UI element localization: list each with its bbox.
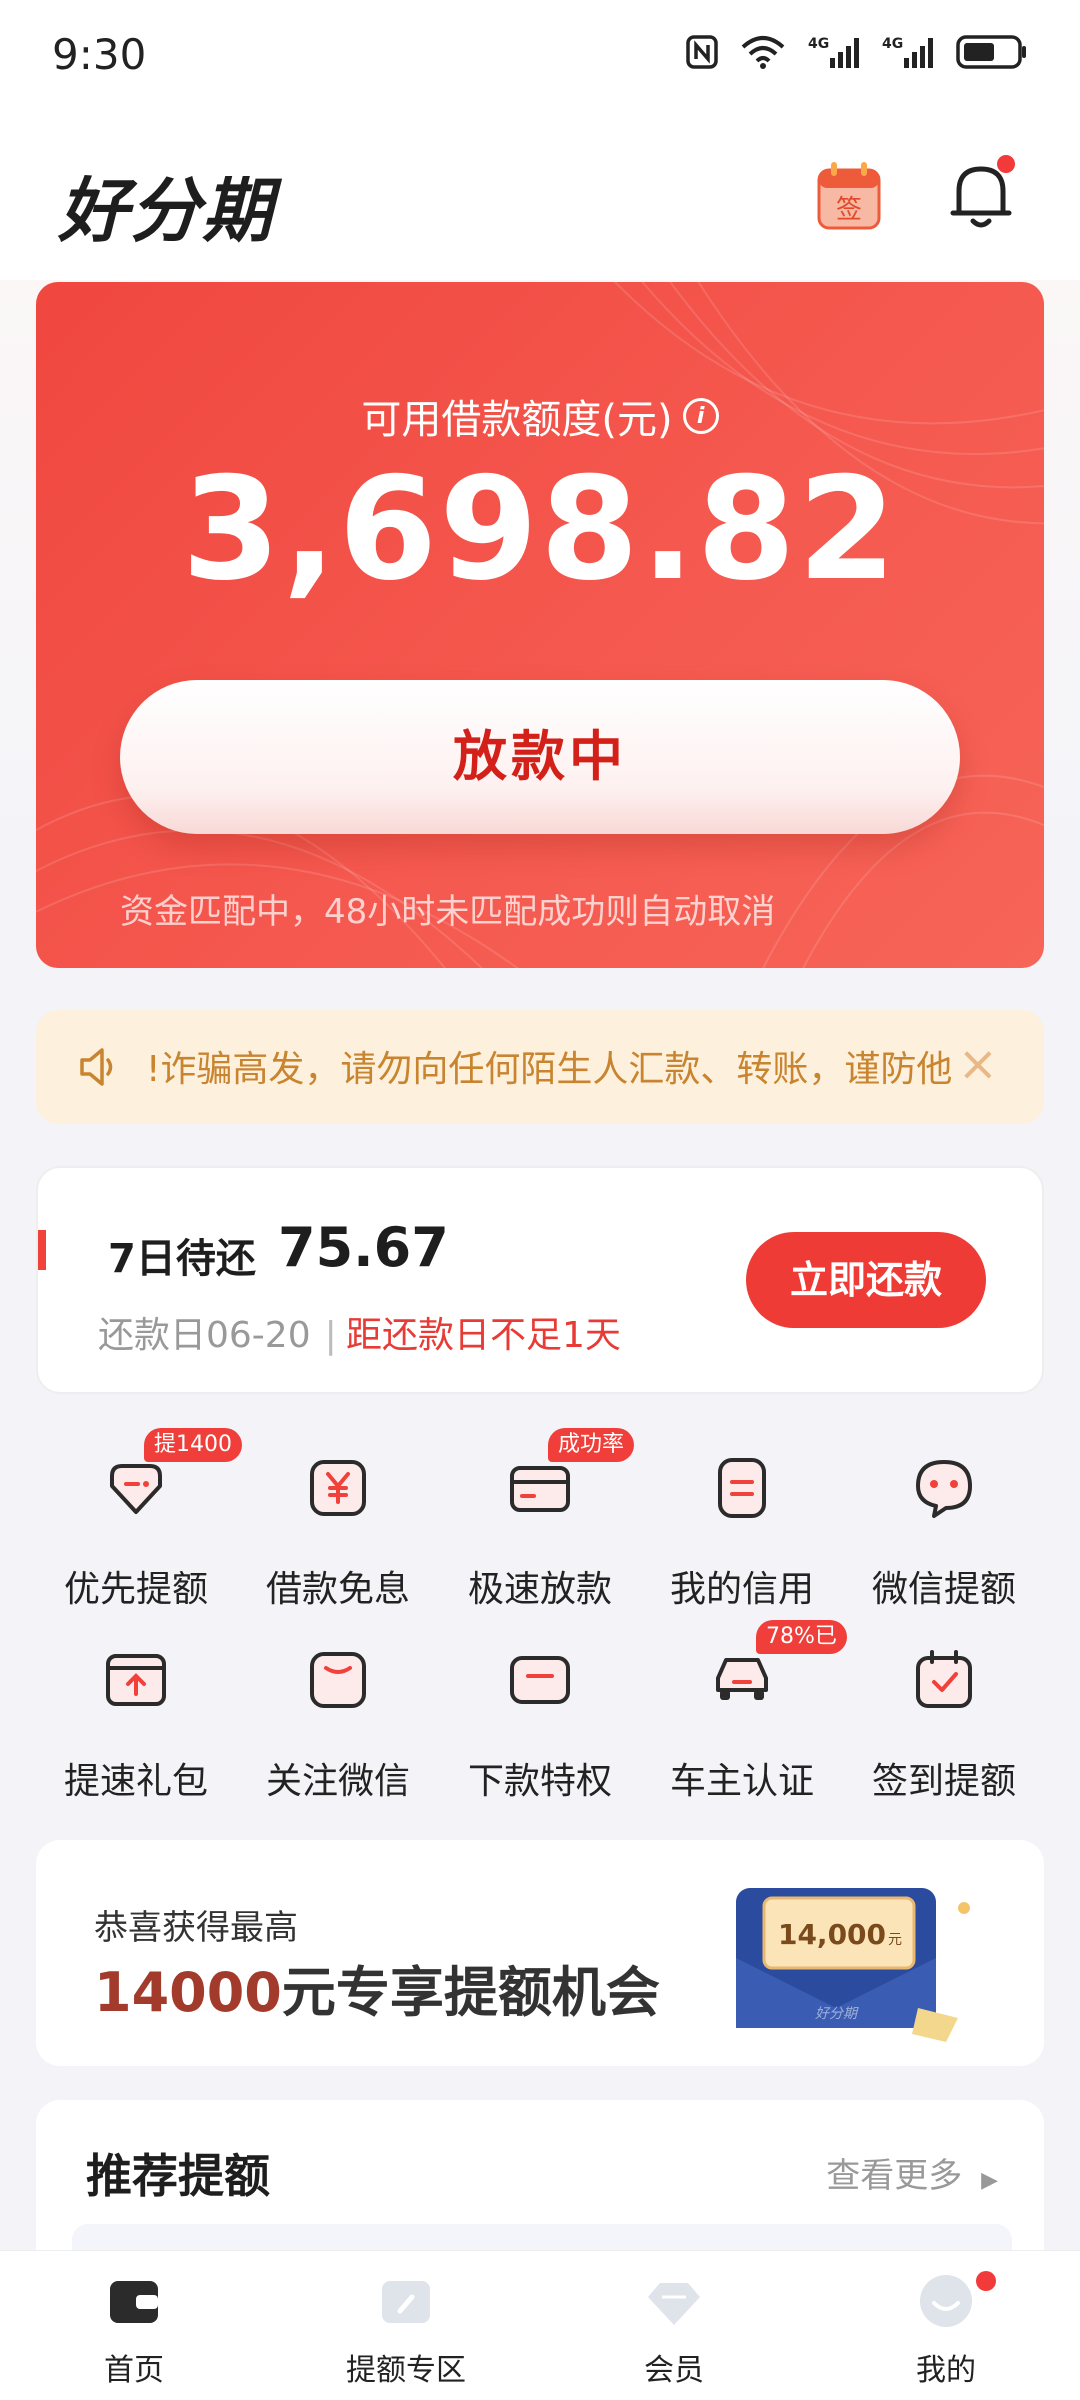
service-badge: 78%已 xyxy=(756,1620,847,1654)
service-item-speed-pack[interactable]: 提速礼包 xyxy=(36,1620,236,1802)
bottom-tab-bar: 首页 提额专区 会员 我的 xyxy=(0,2250,1080,2400)
repayment-date-text: 还款日06-20 xyxy=(98,1315,311,1356)
tag-icon xyxy=(110,1464,162,1514)
card-wave-pattern xyxy=(36,282,1044,968)
credit-limit-card: 可用借款额度(元) i 3,698.82 放款中 资金匹配中，48小时未匹配成功… xyxy=(36,282,1044,968)
card-icon xyxy=(510,1466,570,1512)
tab-label: 会员 xyxy=(644,2353,704,2388)
tab-membership[interactable]: 会员 xyxy=(584,2251,764,2400)
tab-mine[interactable]: 我的 xyxy=(856,2251,1036,2400)
car-icon xyxy=(716,1658,768,1700)
speaker-icon xyxy=(80,1048,113,1086)
limit-amount: 3,698.82 xyxy=(181,447,899,612)
envelope-illustration: 14,000 元 好分期 xyxy=(736,1888,970,2042)
service-label: 提速礼包 xyxy=(63,1761,208,1802)
wallet-icon xyxy=(110,2281,158,2323)
repayment-marker xyxy=(38,1230,46,1270)
repayment-date: 还款日06-20 | xyxy=(98,1306,351,1358)
notification-button[interactable] xyxy=(945,155,1017,235)
chat-bubble-icon xyxy=(916,1460,972,1518)
service-label: 借款免息 xyxy=(265,1569,410,1610)
repayment-warning: 距还款日不足1天 xyxy=(346,1315,621,1356)
wechat-follow-icon xyxy=(310,1652,366,1708)
service-item-fast-loan[interactable]: 极速放款 成功率 xyxy=(440,1428,640,1610)
promo-title-suffix: 元专享提额机会 xyxy=(281,1961,660,2024)
checkin-button[interactable]: 签 xyxy=(815,160,883,232)
service-label: 微信提额 xyxy=(871,1569,1016,1610)
status-bar: 9:30 4G 4G xyxy=(0,0,1080,115)
service-item-follow-wechat[interactable]: 关注微信 xyxy=(238,1620,438,1802)
diamond-icon xyxy=(648,2283,700,2325)
battery-icon xyxy=(956,35,1026,69)
view-more-link[interactable]: 查看更多 ▶ xyxy=(826,2148,998,2197)
divider: | xyxy=(324,1315,337,1356)
profile-icon xyxy=(920,2275,972,2327)
info-icon[interactable]: i xyxy=(682,398,719,434)
service-item-wechat-boost[interactable]: 微信提额 xyxy=(844,1428,1044,1610)
service-grid: 优先提额 提1400 借款免息 极速放款 成功率 我的信用 微信提额 提速礼包 … xyxy=(36,1428,1044,1828)
service-badge: 成功率 xyxy=(548,1428,635,1462)
service-label: 优先提额 xyxy=(63,1569,208,1610)
signal-4g-icon: 4G xyxy=(882,36,933,68)
credit-icon xyxy=(718,1458,766,1518)
service-item-car-owner[interactable]: 车主认证 78%已 xyxy=(642,1620,847,1802)
notice-bar[interactable]: !诈骗高发，请勿向任何陌生人汇款、转账，谨防他 × xyxy=(36,1010,1044,1124)
recommend-title: 推荐提额 xyxy=(86,2149,270,2203)
repay-now-button[interactable]: 立即还款 xyxy=(746,1232,986,1328)
view-more-label: 查看更多 xyxy=(826,2156,963,2196)
repayment-card: 7日待还 75.67 还款日06-20 | 距还款日不足1天 立即还款 xyxy=(36,1166,1044,1394)
gift-box-icon xyxy=(106,1654,166,1706)
service-label: 关注微信 xyxy=(265,1761,410,1802)
match-note: 资金匹配中，48小时未匹配成功则自动取消 xyxy=(120,892,776,932)
service-label: 极速放款 xyxy=(467,1569,612,1610)
triangle-right-icon: ▶ xyxy=(981,2168,998,2193)
limit-label: 可用借款额度(元) i xyxy=(36,387,1044,445)
boost-icon xyxy=(382,2281,430,2323)
privilege-icon xyxy=(510,1656,570,1704)
service-item-loan-privilege[interactable]: 下款特权 xyxy=(440,1620,640,1802)
tab-label: 我的 xyxy=(916,2353,976,2388)
service-item-my-credit[interactable]: 我的信用 xyxy=(642,1428,842,1610)
tab-label: 首页 xyxy=(104,2353,164,2388)
wifi-icon xyxy=(741,36,785,69)
tab-home[interactable]: 首页 xyxy=(44,2251,224,2400)
checkin-calendar-icon: 签 xyxy=(817,162,881,230)
repayment-label: 7日待还 xyxy=(108,1236,256,1282)
service-badge: 提1400 xyxy=(144,1428,242,1462)
checkin-text: 签 xyxy=(836,195,862,225)
signal-4g-icon: 4G xyxy=(808,36,859,68)
service-label: 签到提额 xyxy=(871,1761,1016,1802)
network-label: 4G xyxy=(808,36,829,52)
promo-title: 14000元专享提额机会 xyxy=(94,1948,660,2027)
service-item-interest-free[interactable]: 借款免息 xyxy=(238,1428,438,1610)
envelope-amount: 14,000 xyxy=(778,1918,886,1951)
envelope-unit: 元 xyxy=(888,1932,902,1948)
service-item-priority-boost[interactable]: 优先提额 提1400 xyxy=(36,1428,242,1610)
tab-boost-zone[interactable]: 提额专区 xyxy=(316,2251,496,2400)
promo-card[interactable]: 恭喜获得最高 14000元专享提额机会 14,000 元 好分期 xyxy=(36,1840,1044,2066)
promo-amount: 14000 xyxy=(94,1961,282,2024)
service-label: 车主认证 xyxy=(669,1761,814,1802)
loan-status-button[interactable]: 放款中 xyxy=(120,680,960,834)
promo-subtitle: 恭喜获得最高 xyxy=(94,1908,298,1948)
calendar-check-icon xyxy=(916,1650,972,1708)
network-label: 4G xyxy=(882,36,903,52)
tab-label: 提额专区 xyxy=(346,2353,466,2388)
service-label: 我的信用 xyxy=(669,1569,814,1610)
app-header: 好分期 签 xyxy=(0,115,1080,280)
notice-text: !诈骗高发，请勿向任何陌生人汇款、转账，谨防他 xyxy=(146,1049,953,1090)
status-icons: 4G 4G xyxy=(686,34,1028,70)
notification-dot xyxy=(997,155,1015,173)
notification-dot xyxy=(976,2271,996,2291)
service-item-checkin-boost[interactable]: 签到提额 xyxy=(844,1620,1044,1802)
status-time: 9:30 xyxy=(52,30,147,79)
repayment-amount: 75.67 xyxy=(278,1216,449,1279)
service-label: 下款特权 xyxy=(467,1761,612,1802)
yuan-icon xyxy=(310,1460,366,1516)
close-icon[interactable]: × xyxy=(958,1036,998,1092)
envelope-brand: 好分期 xyxy=(815,2006,859,2022)
limit-label-text: 可用借款额度(元) xyxy=(361,397,673,443)
app-logo: 好分期 xyxy=(58,170,274,252)
nfc-icon xyxy=(686,35,718,69)
